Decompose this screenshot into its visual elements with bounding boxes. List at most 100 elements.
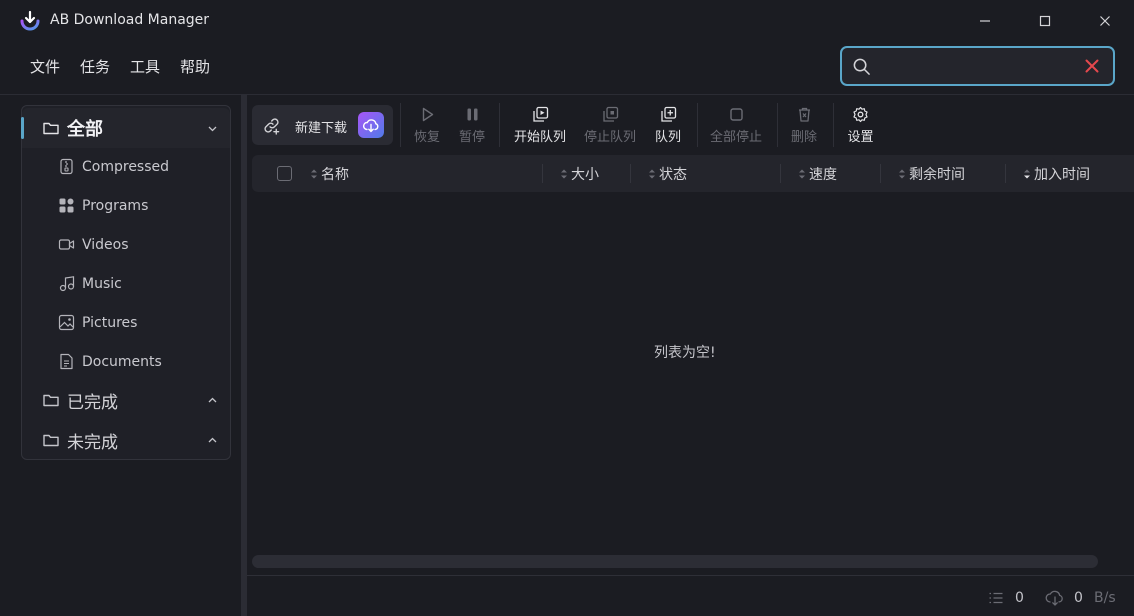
column-status[interactable]: 状态 [648,164,687,184]
category-compressed[interactable]: Compressed [22,147,230,186]
column-size[interactable]: 大小 [560,164,599,184]
column-divider[interactable] [880,164,881,183]
category-documents-label: Documents [82,353,162,370]
stop-queue-label: 停止队列 [583,130,636,145]
category-unfinished[interactable]: 未完成 [22,420,230,460]
status-bar: 0 0 B/s [247,575,1134,616]
pause-label: 暂停 [458,130,485,145]
category-videos[interactable]: Videos [22,225,230,264]
column-size-label: 大小 [571,167,599,183]
pause-button[interactable]: 暂停 [455,104,489,148]
stop-queue-icon [602,106,618,122]
start-queue-label: 开始队列 [513,130,566,145]
category-programs[interactable]: Programs [22,186,230,225]
horizontal-scrollbar[interactable] [252,555,1098,568]
trash-icon [798,107,810,122]
category-programs-label: Programs [82,197,149,214]
toolbar-divider [499,103,500,147]
category-unfinished-label: 未完成 [67,432,118,453]
sort-icon [799,169,805,179]
sort-icon [899,169,905,179]
active-indicator [21,117,24,139]
resume-label: 恢复 [413,130,440,145]
stop-icon [729,108,743,121]
document-icon [60,353,73,370]
delete-label: 删除 [790,130,817,145]
maximize-button[interactable] [1022,6,1068,36]
search-input[interactable] [880,54,1070,78]
column-remaining-time[interactable]: 剩余时间 [898,164,965,184]
resume-button[interactable]: 恢复 [410,104,444,148]
close-icon [1100,16,1110,26]
category-pictures[interactable]: Pictures [22,303,230,342]
picture-icon [58,314,75,331]
sort-icon [649,169,655,179]
settings-label: 设置 [847,130,874,145]
toolbar-divider [777,103,778,147]
video-icon [58,239,75,250]
download-speed-icon [1045,590,1063,606]
column-divider[interactable] [542,164,543,183]
queue-button[interactable]: 队列 [652,104,684,148]
empty-list-message: 列表为空! [654,345,716,361]
link-icon [264,118,280,135]
clear-search-icon[interactable] [1085,59,1099,73]
column-name-label: 名称 [321,167,349,183]
add-queue-icon [660,106,676,122]
select-all-checkbox[interactable] [277,166,292,181]
column-divider[interactable] [780,164,781,183]
sort-icon [561,169,567,179]
category-finished-label: 已完成 [67,392,118,413]
category-all[interactable]: 全部 [21,108,230,148]
delete-button[interactable]: 删除 [789,104,819,148]
start-queue-icon [532,106,548,122]
toolbar-divider [697,103,698,147]
app-logo-icon [20,10,40,31]
category-all-label: 全部 [67,119,103,140]
new-download-button[interactable]: 新建下载 [252,105,393,145]
sort-descending-icon [1024,169,1030,179]
app-title: AB Download Manager [50,12,210,28]
column-divider[interactable] [1005,164,1006,183]
folder-icon [43,122,59,135]
search-icon [853,58,870,75]
category-music-label: Music [82,275,122,292]
column-date-added-label: 加入时间 [1034,167,1090,183]
stop-all-button[interactable]: 全部停止 [708,104,764,148]
toolbar-divider [400,103,401,147]
category-videos-label: Videos [82,236,129,253]
column-name[interactable]: 名称 [310,164,349,184]
category-pictures-label: Pictures [82,314,138,331]
close-window-button[interactable] [1082,6,1128,36]
stop-queue-button[interactable]: 停止队列 [582,104,638,148]
start-queue-button[interactable]: 开始队列 [512,104,568,148]
column-speed[interactable]: 速度 [798,164,837,184]
category-documents[interactable]: Documents [22,342,230,381]
column-date-added[interactable]: 加入时间 [1023,164,1090,184]
maximize-icon [1039,15,1051,27]
sidebar-splitter[interactable] [241,95,247,616]
menu-bar: 文件 任务 工具 帮助 [20,54,220,78]
column-status-label: 状态 [659,167,687,183]
title-bar: AB Download Manager [0,0,1134,42]
column-divider[interactable] [630,164,631,183]
category-panel: 全部 Compressed Programs Videos Music Pict… [21,105,231,460]
cloud-download-button[interactable] [358,112,384,138]
menu-help[interactable]: 帮助 [170,54,220,78]
chevron-down-icon[interactable] [207,123,218,134]
stop-all-label: 全部停止 [709,130,762,145]
minimize-button[interactable] [962,6,1008,36]
menu-tools[interactable]: 工具 [120,54,170,78]
menu-file[interactable]: 文件 [20,54,70,78]
list-icon [989,592,1003,604]
chevron-up-icon[interactable] [207,395,218,406]
settings-button[interactable]: 设置 [844,104,877,148]
chevron-up-icon[interactable] [207,435,218,446]
folder-icon [43,394,59,407]
menu-tasks[interactable]: 任务 [70,54,120,78]
programs-icon [59,198,74,213]
speed-value: 0 [1074,590,1083,606]
category-finished[interactable]: 已完成 [22,380,230,420]
download-table-header: 名称 大小 状态 速度 剩余时间 加入时间 [252,155,1134,192]
category-music[interactable]: Music [22,264,230,303]
